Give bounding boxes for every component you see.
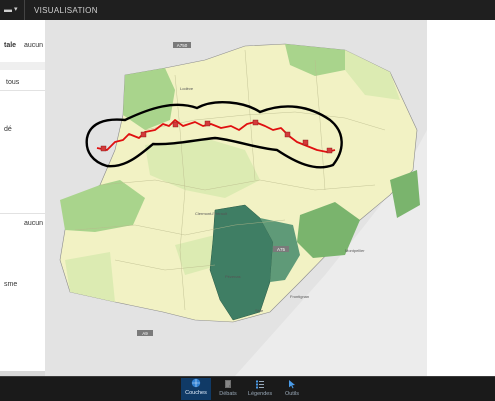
legend-list-icon [256, 380, 264, 389]
place-label: Lodève [180, 86, 194, 91]
divider [24, 0, 25, 20]
marker-icon [252, 119, 259, 126]
tool-debats-button[interactable]: Débats [213, 379, 243, 397]
bottom-toolbar: Couches Débats Légendes Outils [0, 376, 495, 401]
road-label: A9 [142, 331, 148, 336]
marker-icon [100, 145, 107, 152]
choropleth-map[interactable]: A750 A75 A9 Montpellier Lodève Clermont-… [45, 20, 427, 376]
divider [0, 213, 45, 214]
panel-input-bar[interactable] [0, 62, 45, 70]
marker-icon [140, 131, 147, 138]
divider [0, 90, 45, 91]
marker-icon [204, 120, 211, 127]
panel-item-label-2: sme [4, 281, 18, 288]
marker-icon [326, 147, 333, 154]
panel-item-label: dé [4, 126, 12, 133]
place-label: Montpellier [345, 248, 365, 253]
place-label: Pézenas [225, 274, 241, 279]
globe-icon [191, 378, 201, 388]
marker-icon [302, 139, 309, 146]
document-icon [225, 380, 231, 388]
panel-section-label: tale [4, 42, 17, 49]
road-label: A75 [277, 247, 286, 252]
place-label: Frontignan [290, 294, 309, 299]
marker-icon [172, 121, 179, 128]
cursor-icon [289, 380, 295, 389]
tool-legendes-button[interactable]: Légendes [245, 379, 275, 397]
filter-value-aucun-2[interactable]: aucun [24, 220, 43, 227]
right-empty-panel [427, 20, 495, 376]
tool-label: Légendes [247, 391, 273, 397]
top-bar: ▬ ▾ VISUALISATION [0, 0, 495, 21]
place-label: Clermont-l'Hérault [195, 211, 228, 216]
layers-side-panel: tale aucun tous dé aucun sme [0, 20, 46, 376]
marker-icon [284, 131, 291, 138]
filter-value-aucun[interactable]: aucun [24, 42, 43, 49]
filter-value-tous[interactable]: tous [6, 79, 19, 86]
tool-label: Outils [284, 391, 300, 397]
tool-couches-button[interactable]: Couches [181, 378, 211, 400]
map-canvas[interactable]: A750 A75 A9 Montpellier Lodève Clermont-… [45, 20, 427, 376]
menu-toggle-icon[interactable]: ▬ [4, 5, 12, 14]
tool-label: Couches [185, 390, 207, 396]
dropdown-icon[interactable]: ▾ [14, 5, 18, 13]
place-label: Sète [255, 308, 264, 313]
page-title: VISUALISATION [34, 6, 98, 15]
tool-outils-button[interactable]: Outils [277, 379, 307, 397]
tool-label: Débats [219, 391, 237, 397]
road-label: A750 [177, 43, 188, 48]
